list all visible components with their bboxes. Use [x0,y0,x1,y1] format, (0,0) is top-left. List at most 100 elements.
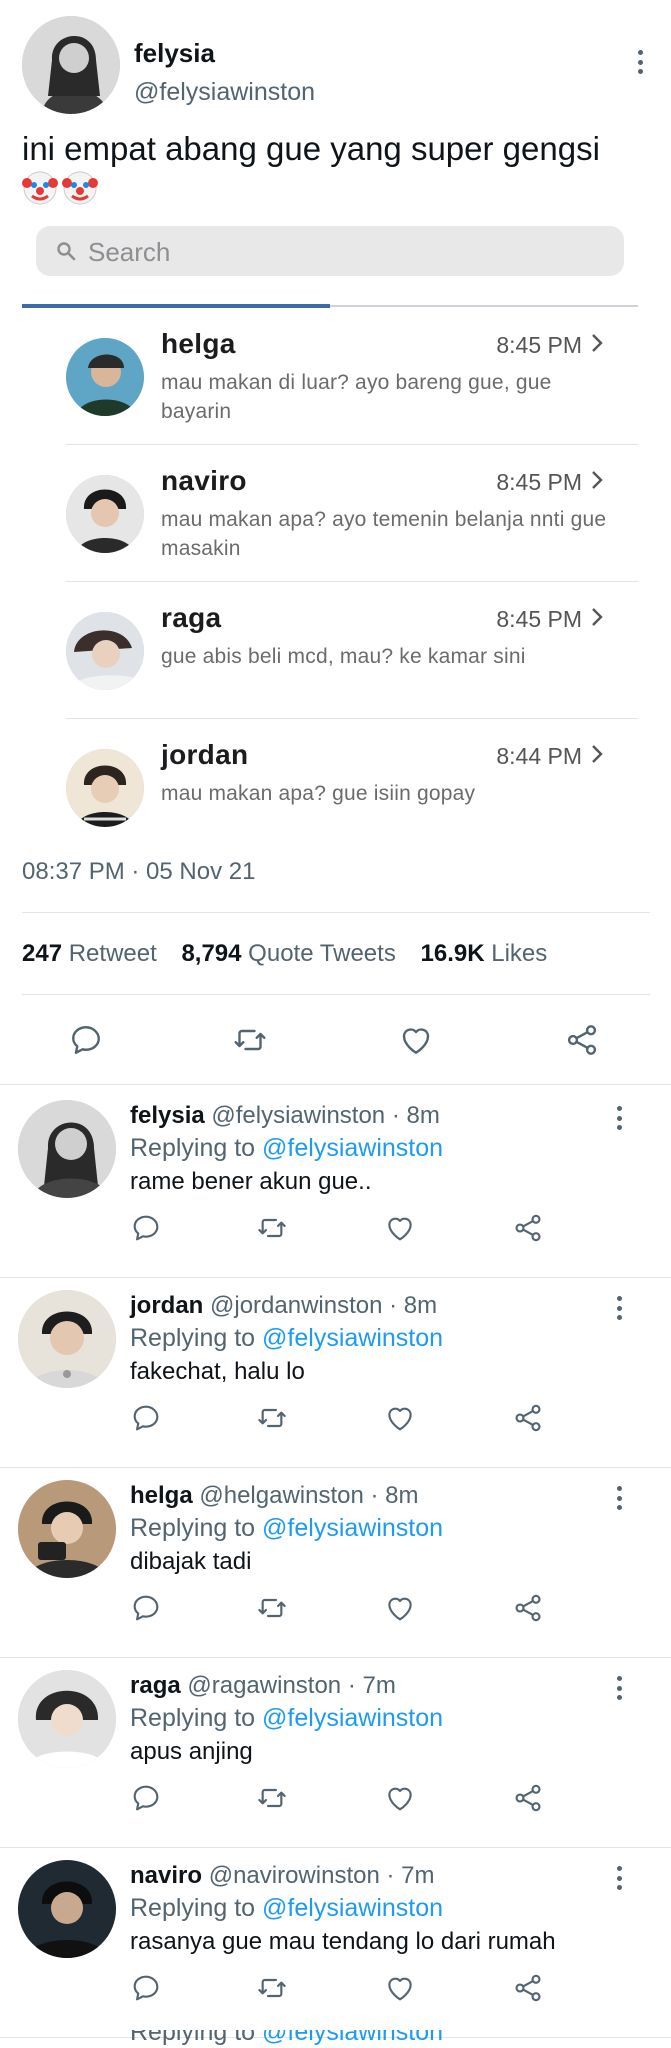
author-handle[interactable]: @felysiawinston [134,78,315,107]
share-button[interactable] [512,1212,544,1244]
reply-header: felysia @felysiawinston · 8m [130,1102,440,1129]
retweet-button[interactable] [256,1782,288,1814]
likes-label: Likes [491,940,548,967]
reply-author-name[interactable]: raga [130,1672,181,1699]
quotes-count: 8,794 [181,940,242,967]
share-button[interactable] [512,1592,544,1624]
likes-stat[interactable]: 16.9K Likes [421,940,548,967]
like-button[interactable] [384,1212,416,1244]
reply-author-handle[interactable]: @navirowinston [209,1862,380,1889]
reply-button[interactable] [130,1212,162,1244]
likes-count: 16.9K [420,940,485,967]
reply-avatar[interactable] [18,1670,116,1768]
reply-author-name[interactable]: jordan [130,1292,203,1319]
clown-emoji-icon [62,171,98,205]
share-button[interactable] [562,1020,602,1060]
retweet-button[interactable] [230,1020,270,1060]
reply-actions [130,1972,560,2008]
retweet-button[interactable] [256,1592,288,1624]
reply-author-handle[interactable]: @jordanwinston [210,1292,382,1319]
retweet-button[interactable] [256,1402,288,1434]
author-name[interactable]: felysia [134,38,215,69]
share-button[interactable] [512,1402,544,1434]
retweets-count: 247 [22,940,63,967]
like-button[interactable] [384,1972,416,2004]
reply-tweet[interactable]: felysia @felysiawinston · 8m Replying to … [0,1088,671,1278]
divider [0,1084,671,1085]
replying-to-link[interactable]: @felysiawinston [262,1134,443,1162]
reply-button[interactable] [130,1972,162,2004]
tweet-timestamp[interactable]: 08:37 PM · 05 Nov 21 [22,858,255,886]
more-vertical-icon[interactable] [615,1296,623,1320]
reply-button[interactable] [130,1402,162,1434]
search-icon [57,242,76,261]
chat-name: raga [161,602,222,633]
replying-to-link[interactable]: @felysiawinston [262,1704,443,1732]
retweet-icon [258,1218,286,1238]
reply-button[interactable] [130,1782,162,1814]
reply-context: Replying to @felysiawinston [130,2030,443,2047]
replying-to-link[interactable]: @felysiawinston [262,2030,443,2046]
author-avatar[interactable] [22,16,120,114]
reply-tweet[interactable]: raga @ragawinston · 7m Replying to @felys… [0,1658,671,1848]
replying-to-link[interactable]: @felysiawinston [262,1514,443,1542]
like-button[interactable] [384,1782,416,1814]
quotes-stat[interactable]: 8,794 Quote Tweets [181,940,395,967]
more-vertical-icon[interactable] [615,1676,623,1700]
more-vertical-icon[interactable] [636,50,644,74]
like-button[interactable] [396,1020,436,1060]
reply-author-handle[interactable]: @helgawinston [199,1482,363,1509]
retweet-button[interactable] [256,1212,288,1244]
like-button[interactable] [384,1592,416,1624]
reply-button[interactable] [66,1020,106,1060]
like-button[interactable] [384,1402,416,1434]
share-button[interactable] [512,1782,544,1814]
reply-author-handle[interactable]: @ragawinston [187,1672,341,1699]
reply-author-name[interactable]: naviro [130,1862,202,1889]
share-icon [515,1214,541,1242]
reply-avatar[interactable] [18,1480,116,1578]
reply-avatar[interactable] [18,1860,116,1958]
retweets-stat[interactable]: 247 Retweet [22,940,157,967]
reply-header: naviro @navirowinston · 7m [130,1862,435,1889]
retweet-icon [258,1408,286,1428]
reply-actions [130,1592,560,1628]
share-button[interactable] [512,1972,544,2004]
reply-age: 8m [403,1292,438,1319]
chat-time: 8:45 PM [496,606,582,632]
replying-to-link[interactable]: @felysiawinston [262,1894,443,1922]
chat-row: raga 8:45 PM gue abis beli mcd, mau? ke … [66,582,638,719]
retweet-icon [258,1598,286,1618]
reply-button[interactable] [130,1592,162,1624]
reply-icon [72,1026,100,1054]
reply-tweet[interactable]: helga @helgawinston · 8m Replying to @fel… [0,1468,671,1658]
chat-message: mau makan di luar? ayo bareng gue, gue b… [161,371,552,423]
share-icon [515,1974,541,2002]
more-vertical-icon[interactable] [615,1106,623,1130]
like-icon [388,1597,412,1621]
replying-label: Replying to [130,1894,256,1922]
reply-author-name[interactable]: helga [130,1482,193,1509]
like-icon [402,1028,430,1054]
more-vertical-icon[interactable] [615,1486,623,1510]
replying-label: Replying to [130,1514,256,1542]
reply-header: helga @helgawinston · 8m [130,1482,419,1509]
reply-context: Replying to @felysiawinston [130,1324,443,1353]
search-placeholder: Search [88,237,171,267]
replying-to-link[interactable]: @felysiawinston [262,1324,443,1352]
retweet-icon [258,1788,286,1808]
reply-context: Replying to @felysiawinston [130,1894,443,1923]
reply-tweet[interactable]: naviro @navirowinston · 7m Replying to @f… [0,1848,671,2038]
chat-time: 8:45 PM [496,332,582,358]
reply-author-name[interactable]: felysia [130,1102,205,1129]
reply-avatar[interactable] [18,1100,116,1198]
more-vertical-icon[interactable] [615,1866,623,1890]
retweet-button[interactable] [256,1972,288,2004]
reply-author-handle[interactable]: @felysiawinston [211,1102,385,1129]
reply-tweet[interactable]: jordan @jordanwinston · 8m Replying to @f… [0,1278,671,1468]
like-icon [388,1787,412,1811]
reply-icon [133,1975,159,2001]
reply-avatar[interactable] [18,1290,116,1388]
chevron-right-icon [592,334,603,352]
chat-time: 8:45 PM [496,469,582,495]
